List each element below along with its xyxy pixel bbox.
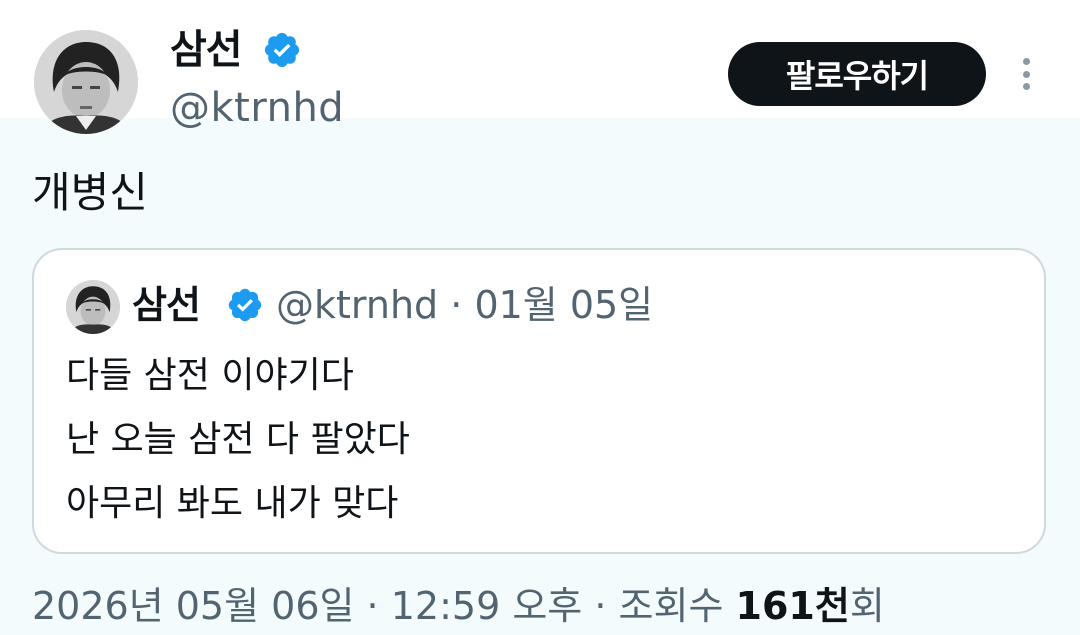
author-avatar[interactable]: [34, 30, 138, 134]
verified-badge-icon: [264, 32, 300, 68]
quoted-text-line: 아무리 봐도 내가 맞다: [66, 483, 399, 524]
quoted-text-line: 다들 삼전 이야기다: [66, 355, 354, 396]
quoted-date[interactable]: 01월 05일: [474, 283, 653, 327]
views-count: 161천: [735, 584, 850, 628]
views-suffix: 회: [849, 584, 885, 628]
more-dot: [1022, 70, 1030, 78]
avatar-photo: [34, 30, 138, 134]
author-display-name[interactable]: 삼선: [170, 26, 243, 74]
tweet-date[interactable]: 2026년 05월 06일: [32, 584, 354, 628]
tweet-footer-meta: 2026년 05월 06일 · 12:59 오후 · 조회수 161천회: [32, 578, 885, 634]
meta-separator: ·: [450, 283, 463, 327]
quoted-author-avatar[interactable]: [66, 280, 120, 334]
meta-separator: ·: [594, 584, 607, 628]
tweet-header: 삼선 @ktrnhd 팔로우하기: [0, 0, 1080, 140]
more-dot: [1022, 58, 1030, 65]
meta-separator: ·: [366, 584, 379, 628]
quoted-text-line: 난 오늘 삼전 다 팔았다: [66, 419, 410, 460]
more-dot: [1022, 83, 1030, 90]
quoted-handle[interactable]: @ktrnhd: [276, 283, 438, 327]
more-options-icon[interactable]: [1012, 52, 1040, 96]
quoted-tweet-body: 다들 삼전 이야기다 난 오늘 삼전 다 팔았다 아무리 봐도 내가 맞다: [66, 344, 410, 536]
verified-badge-icon: [228, 288, 262, 322]
tweet-time[interactable]: 12:59 오후: [391, 584, 583, 628]
quoted-tweet-card[interactable]: 삼선 @ktrnhd · 01월 05일 다들 삼전 이야기다 난 오늘 삼전 …: [32, 248, 1046, 554]
avatar-photo: [66, 280, 120, 334]
quoted-display-name[interactable]: 삼선: [132, 280, 201, 330]
views-prefix: 조회수: [618, 584, 724, 628]
tweet-text: 개병신: [32, 168, 148, 217]
quoted-meta: @ktrnhd · 01월 05일: [276, 280, 653, 330]
author-handle[interactable]: @ktrnhd: [170, 84, 344, 132]
follow-button[interactable]: 팔로우하기: [728, 42, 986, 106]
